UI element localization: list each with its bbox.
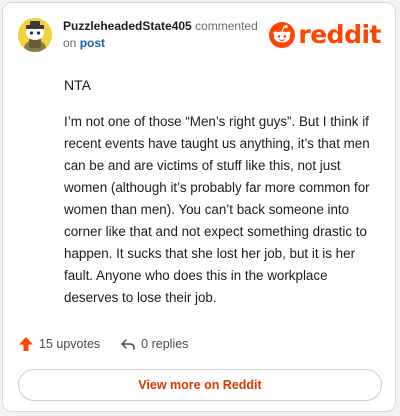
- reply-arrow-icon: [121, 339, 135, 350]
- reddit-snoo-icon: [269, 22, 296, 48]
- avatar[interactable]: [18, 18, 52, 52]
- on-text: on: [63, 36, 77, 50]
- upvote-button[interactable]: 15 upvotes: [18, 336, 100, 352]
- replies-count: 0 replies: [141, 337, 189, 351]
- replies-button[interactable]: 0 replies: [120, 336, 188, 352]
- comment-header: PuzzleheadedState405 commented on post: [63, 18, 283, 52]
- action-text: commented: [195, 19, 258, 33]
- comment-first-line: NTA: [64, 77, 91, 93]
- view-more-button[interactable]: View more on Reddit: [18, 369, 382, 401]
- username-link[interactable]: PuzzleheadedState405: [63, 19, 192, 33]
- upvotes-count: 15 upvotes: [39, 337, 101, 351]
- comment-body: I’m not one of those “Men’s right guys”.…: [64, 114, 370, 305]
- embedded-comment-card: PuzzleheadedState405 commented on post r…: [2, 2, 396, 412]
- reddit-logo[interactable]: reddit: [269, 21, 381, 49]
- snoo-avatar-icon: [18, 18, 52, 52]
- reddit-wordmark: reddit: [298, 20, 381, 49]
- post-link[interactable]: post: [80, 36, 105, 50]
- upvote-arrow-icon: [19, 337, 33, 351]
- comment-actions: 15 upvotes 0 replies: [18, 336, 188, 352]
